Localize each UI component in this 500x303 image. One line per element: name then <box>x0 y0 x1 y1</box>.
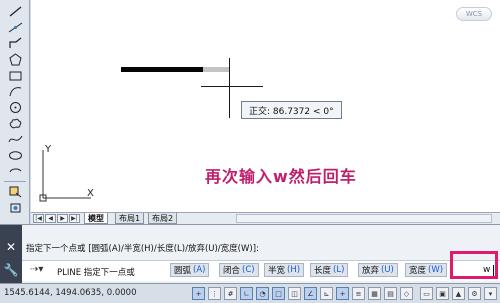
3d-object-snap-icon[interactable]: ◫ <box>288 287 301 300</box>
object-snap-icon[interactable]: □ <box>272 287 285 300</box>
construction-line-icon[interactable] <box>5 20 25 35</box>
ucs-icon: Y X <box>35 144 95 206</box>
tab-layout2[interactable]: 布局2 <box>148 213 178 224</box>
command-history-line: 指定下一个点或 [圆弧(A)/半宽(H)/长度(L)/放弃(U)/宽度(W)]: <box>26 244 259 254</box>
cursor-coordinates: 1545.6144, 1494.0635, 0.0000 <box>4 288 137 298</box>
polygon-icon[interactable] <box>5 52 25 67</box>
quick-properties-icon[interactable]: ▤ <box>384 287 397 300</box>
revision-cloud-icon[interactable] <box>5 116 25 131</box>
polyline-icon[interactable] <box>5 36 25 51</box>
lineweight-icon[interactable]: ≡ <box>352 287 365 300</box>
tab-model[interactable]: 模型 <box>84 213 108 224</box>
option-halfwidth[interactable]: 半宽 (H) <box>264 263 305 277</box>
next-tab-button[interactable]: ▶ <box>57 214 68 223</box>
ucs-y-label: Y <box>45 144 52 155</box>
rectangle-icon[interactable] <box>5 68 25 83</box>
object-snap-tracking-icon[interactable]: ∠ <box>304 287 317 300</box>
command-line-input[interactable]: ⇢▾ PLINE 指定下一点或 圆弧 (A) 闭合 (C) 半宽 (H) 长度 (L) … <box>22 260 500 281</box>
instruction-caption: 再次输入w然后回车 <box>205 167 357 186</box>
snap-mode-icon[interactable]: ⋮ <box>208 287 221 300</box>
ortho-mode-icon[interactable]: ∟ <box>240 287 253 300</box>
ellipse-icon[interactable] <box>5 148 25 163</box>
spline-icon[interactable] <box>5 132 25 147</box>
option-width[interactable]: 宽度 (W) <box>405 263 448 277</box>
ortho-tooltip: 正交: 86.7372 < 0° <box>241 101 342 119</box>
wcs-button[interactable]: WCS <box>456 7 492 21</box>
customize-wrench-icon[interactable]: 🔧 <box>3 262 19 278</box>
circle-icon[interactable] <box>5 100 25 115</box>
ellipse-arc-icon[interactable] <box>5 164 25 179</box>
line-icon[interactable] <box>5 4 25 19</box>
quick-view-layouts-icon[interactable]: ▣ <box>436 287 449 300</box>
close-icon[interactable]: ✕ <box>3 239 19 255</box>
drawing-canvas[interactable]: WCS 正交: 86.7372 < 0° Y X 再次输入w然后回车 <box>31 0 500 212</box>
insert-block-icon[interactable] <box>5 184 25 199</box>
arc-icon[interactable] <box>5 84 25 99</box>
command-prompt-arrow-icon: ⇢▾ <box>30 264 44 275</box>
highlight-box <box>450 251 498 279</box>
polyline-segment <box>121 67 203 72</box>
last-tab-button[interactable]: ▶| <box>69 214 80 223</box>
dynamic-input-icon[interactable]: + <box>336 287 349 300</box>
dynamic-ucs-icon[interactable]: ⊾ <box>320 287 333 300</box>
polar-tracking-icon[interactable]: ◔ <box>256 287 269 300</box>
status-menu-icon[interactable]: ▾ <box>484 287 497 300</box>
crosshair-horizontal <box>201 86 263 87</box>
rubber-band-preview <box>203 67 229 72</box>
option-length[interactable]: 长度 (L) <box>310 263 349 277</box>
crosshair-vertical <box>229 58 230 118</box>
annotation-scale-icon[interactable]: ▲ <box>452 287 465 300</box>
make-block-icon[interactable] <box>5 200 25 215</box>
command-prompt-text: PLINE 指定下一点或 <box>57 268 135 278</box>
draw-toolbar <box>0 0 30 224</box>
command-window-sidebar: ✕ 🔧 <box>0 225 22 284</box>
horizontal-scrollbar[interactable] <box>236 214 492 223</box>
option-arc[interactable]: 圆弧 (A) <box>170 263 210 277</box>
tab-layout1[interactable]: 布局1 <box>115 213 145 224</box>
selection-cycling-icon[interactable]: ◇ <box>400 287 413 300</box>
option-close[interactable]: 闭合 (C) <box>219 263 259 277</box>
command-window: ✕ 🔧 指定下一个点或 [圆弧(A)/半宽(H)/长度(L)/放弃(U)/宽度(… <box>0 224 500 284</box>
status-bar: 1545.6144, 1494.0635, 0.0000 + ⋮ # ∟ ◔ □… <box>0 283 500 303</box>
toolbar-separator <box>4 181 26 182</box>
option-undo[interactable]: 放弃 (U) <box>358 263 398 277</box>
first-tab-button[interactable]: |◀ <box>33 214 44 223</box>
model-space-icon[interactable]: ▭ <box>420 287 433 300</box>
grid-display-icon[interactable]: # <box>224 287 237 300</box>
transparency-icon[interactable]: ▦ <box>368 287 381 300</box>
layout-tabs-bar: |◀ ◀ ▶ ▶| 模型 布局1 布局2 <box>31 212 500 224</box>
prev-tab-button[interactable]: ◀ <box>45 214 56 223</box>
ucs-x-label: X <box>87 188 94 199</box>
workspace-switching-icon[interactable]: ⚙ <box>468 287 481 300</box>
infer-constraints-icon[interactable]: + <box>192 287 205 300</box>
